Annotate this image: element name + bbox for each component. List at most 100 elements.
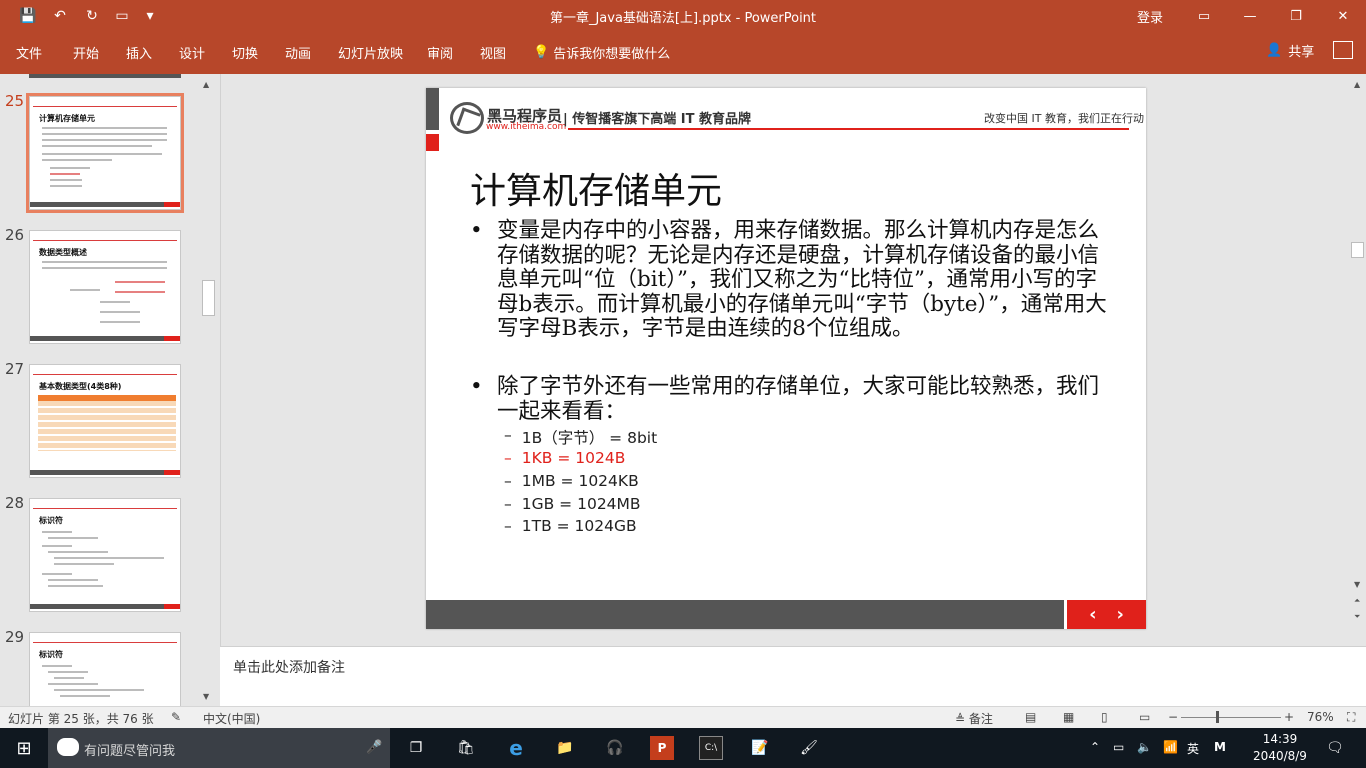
header-motto: 改变中国 IT 教育，我们正在行动 xyxy=(984,112,1144,125)
zoom-level[interactable]: 76% xyxy=(1307,710,1334,724)
clock-date: 2040/8/9 xyxy=(1253,749,1307,763)
thumbnail-title: 标识符 xyxy=(39,516,63,525)
tab-insert[interactable]: 插入 xyxy=(126,43,152,62)
paint-brush-app-icon[interactable]: 🖌 xyxy=(797,736,821,760)
tab-slideshow[interactable]: 幻灯片放映 xyxy=(338,43,403,62)
share-button[interactable]: 👤 共享 xyxy=(1266,41,1314,60)
ime-indicator[interactable]: 英 xyxy=(1187,740,1199,757)
windows-start-icon[interactable]: ⊞ xyxy=(12,736,36,760)
restore-button[interactable]: ❐ xyxy=(1273,0,1319,32)
store-icon[interactable]: 🛍 xyxy=(454,736,478,760)
ribbon-tabs: 文件 开始 插入 设计 切换 动画 幻灯片放映 审阅 视图 💡 告诉我你想要做什… xyxy=(0,32,1366,74)
prev-arrow-icon[interactable]: ‹ xyxy=(1089,604,1096,625)
reading-view-icon[interactable]: ▯ xyxy=(1101,710,1108,724)
slide-thumbnail-27[interactable]: 基本数据类型(4类8种) xyxy=(29,364,181,478)
media-app-icon[interactable]: 🎧 xyxy=(603,736,627,760)
bullet-paragraph[interactable]: • 除了字节外还有一些常用的存储单位，大家可能比较熟悉，我们一起来看看： xyxy=(470,374,1110,424)
language-indicator[interactable]: 中文(中国) xyxy=(203,710,260,727)
sub-bullet-item[interactable]: –1MB = 1024KB xyxy=(504,472,639,490)
slide-thumbnail-28[interactable]: 标识符 xyxy=(29,498,181,612)
zoom-out-icon[interactable]: − xyxy=(1168,710,1178,724)
brand-website: www.itheima.com xyxy=(486,122,567,132)
windows-taskbar: ⊞ 有问题尽管问我 🎤 ❐ 🛍 e 📁 🎧 P C:\ 📝 🖌 ⌃ ▭ 🔈 📶 … xyxy=(0,728,1366,768)
thumbnail-number: 27 xyxy=(5,360,25,378)
previous-slide-icon[interactable]: ⏶ xyxy=(1354,596,1360,606)
title-bar: 💾 ↶ ↻ ▭ ▾ 第一章_Java基础语法[上].pptx - PowerPo… xyxy=(0,0,1366,32)
file-explorer-icon[interactable]: 📁 xyxy=(553,736,577,760)
tab-transitions[interactable]: 切换 xyxy=(232,43,258,62)
scrollbar-thumb[interactable] xyxy=(1351,242,1364,258)
zoom-in-icon[interactable]: + xyxy=(1284,710,1294,724)
notes-toggle[interactable]: ≜ 备注 xyxy=(955,710,993,727)
slide-thumbnail-29[interactable]: 标识符 xyxy=(29,632,181,706)
tab-view[interactable]: 视图 xyxy=(480,43,506,62)
next-slide-icon[interactable]: ⏷ xyxy=(1354,612,1360,622)
login-button[interactable]: 登录 xyxy=(1137,7,1163,26)
close-button[interactable]: ✕ xyxy=(1320,0,1366,32)
tab-animations[interactable]: 动画 xyxy=(285,43,311,62)
microphone-icon[interactable]: 🎤 xyxy=(366,740,382,755)
ribbon-display-options-icon[interactable]: ▭ xyxy=(1181,0,1227,32)
slide-thumbnail-26[interactable]: 数据类型概述 xyxy=(29,230,181,344)
lightbulb-icon: 💡 xyxy=(533,45,550,60)
slideshow-view-icon[interactable]: ▭ xyxy=(1139,710,1150,724)
spell-check-icon[interactable]: ✎ xyxy=(171,710,181,724)
thumbnail-title: 标识符 xyxy=(39,650,63,659)
sub-bullet-item[interactable]: –1KB = 1024B xyxy=(504,449,625,467)
bullet-paragraph[interactable]: • 变量是内存中的小容器，用来存储数据。那么计算机内存是怎么存储数据的呢？无论是… xyxy=(470,218,1110,342)
clock-time: 14:39 xyxy=(1262,732,1298,746)
tab-design[interactable]: 设计 xyxy=(179,43,205,62)
tab-file[interactable]: 文件 xyxy=(16,43,42,62)
previous-slide-thumbnail-edge[interactable] xyxy=(29,74,181,78)
scroll-up-icon[interactable]: ▲ xyxy=(203,80,209,89)
notepad-plus-icon[interactable]: 📝 xyxy=(748,736,772,760)
fit-to-window-icon[interactable]: ⛶ xyxy=(1347,710,1355,725)
current-slide[interactable]: 黑马程序员 www.itheima.com | 传智播客旗下高端 IT 教育品牌… xyxy=(426,88,1146,629)
slide-thumbnail-25[interactable]: 计算机存储单元 xyxy=(26,93,184,213)
slide-counter: 幻灯片 第 25 张，共 76 张 xyxy=(8,712,154,726)
thumbnail-number: 28 xyxy=(5,494,25,512)
minimize-button[interactable]: — xyxy=(1227,0,1273,32)
search-placeholder: 有问题尽管问我 xyxy=(84,744,176,759)
powerpoint-taskbar-icon[interactable]: P xyxy=(650,736,674,760)
tab-home[interactable]: 开始 xyxy=(73,43,99,62)
notes-pane[interactable]: 单击此处添加备注 xyxy=(220,646,1366,706)
command-prompt-icon[interactable]: C:\ xyxy=(699,736,723,760)
slide-nav-box: ‹ › xyxy=(1067,600,1146,629)
slide-title[interactable]: 计算机存储单元 xyxy=(470,162,722,214)
network-icon[interactable]: 📶 xyxy=(1163,740,1178,754)
thumbnail-number: 29 xyxy=(5,628,25,646)
sub-bullet-item[interactable]: –1TB = 1024GB xyxy=(504,517,637,535)
zoom-slider[interactable] xyxy=(1181,717,1281,718)
tab-review[interactable]: 审阅 xyxy=(427,43,453,62)
sub-bullet-item[interactable]: –1GB = 1024MB xyxy=(504,495,641,513)
slide-thumbnail-pane: 25 计算机存储单元 26 数据类型概述 27 基本数据类型(4类8种) 28 … xyxy=(0,74,220,706)
edge-browser-icon[interactable]: e xyxy=(504,736,528,760)
input-method-icon[interactable]: M xyxy=(1214,740,1226,754)
comments-icon[interactable] xyxy=(1333,41,1353,59)
task-view-icon[interactable]: ❐ xyxy=(404,736,428,760)
scroll-down-icon[interactable]: ▼ xyxy=(203,692,209,701)
show-hidden-icons[interactable]: ⌃ xyxy=(1090,740,1100,754)
scroll-down-icon[interactable]: ▼ xyxy=(1354,580,1360,589)
zoom-slider-handle[interactable] xyxy=(1216,711,1219,723)
system-clock[interactable]: 14:39 2040/8/9 xyxy=(1248,731,1312,765)
person-icon: 👤 xyxy=(1266,43,1283,58)
slide-sorter-icon[interactable]: ▦ xyxy=(1063,710,1074,724)
slide-scrollbar[interactable]: ▲ ▼ ⏶ ⏷ xyxy=(1350,74,1366,646)
thumbnail-scrollbar[interactable]: ▲ ▼ xyxy=(200,74,217,706)
next-arrow-icon[interactable]: › xyxy=(1117,604,1124,625)
sub-bullet-item[interactable]: –1B（字节） = 8bit xyxy=(504,426,657,448)
scroll-up-icon[interactable]: ▲ xyxy=(1354,80,1360,89)
tell-me-search[interactable]: 💡 告诉我你想要做什么 xyxy=(533,43,670,62)
brand-logo-icon xyxy=(450,102,484,134)
status-bar: 幻灯片 第 25 张，共 76 张 ✎ 中文(中国) ≜ 备注 ▤ ▦ ▯ ▭ … xyxy=(0,706,1366,728)
thumbnail-number: 25 xyxy=(5,92,25,110)
cortana-icon xyxy=(57,738,79,756)
action-center-icon[interactable]: 🗨 xyxy=(1326,740,1344,756)
normal-view-icon[interactable]: ▤ xyxy=(1025,710,1036,724)
cortana-search-box[interactable]: 有问题尽管问我 🎤 xyxy=(48,728,390,768)
battery-icon[interactable]: ▭ xyxy=(1113,740,1124,754)
volume-icon[interactable]: 🔈 xyxy=(1137,740,1152,754)
scrollbar-thumb[interactable] xyxy=(202,280,215,316)
